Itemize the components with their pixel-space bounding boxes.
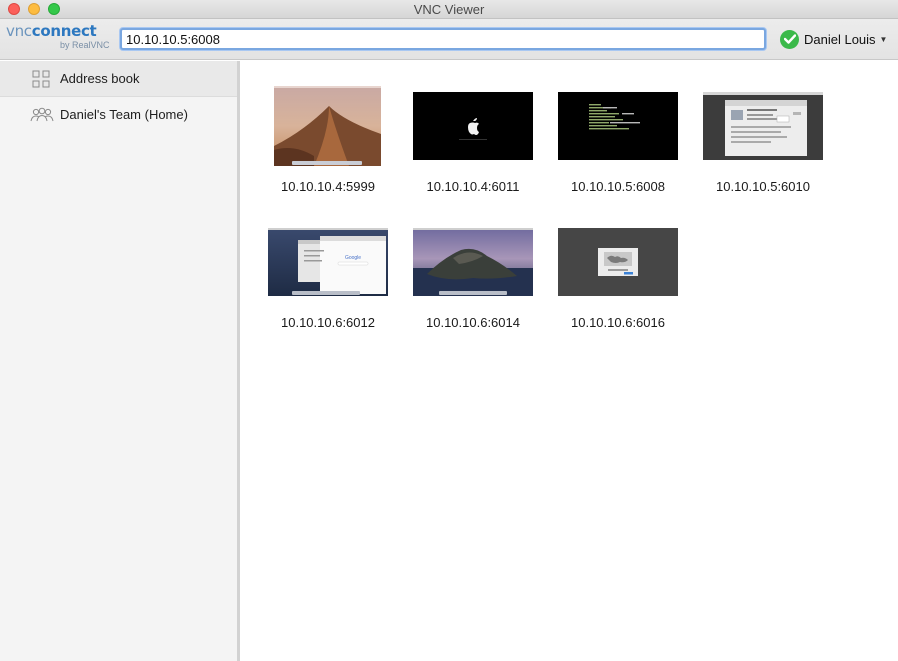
computer-label: 10.10.10.4:6011 <box>426 179 520 194</box>
logo-connect-text: connect <box>31 22 97 40</box>
desktop-thumbnail <box>413 92 533 160</box>
desktop-thumbnail <box>558 228 678 296</box>
computer-label: 10.10.10.5:6008 <box>571 179 665 194</box>
desktop-thumbnail: Google <box>268 228 388 296</box>
computer-grid: 10.10.10.4:5999 10.10.10.4:6011 10.10.10… <box>243 61 898 661</box>
window-title: VNC Viewer <box>413 2 485 17</box>
computer-tile[interactable]: Google 10.10.10.6:6012 <box>258 217 398 330</box>
computer-tile[interactable]: 10.10.10.4:6011 <box>403 81 543 194</box>
computer-label: 10.10.10.4:5999 <box>281 179 375 194</box>
computer-tile[interactable]: 10.10.10.6:6016 <box>548 217 688 330</box>
sidebar-item-address-book[interactable]: Address book <box>0 61 237 97</box>
logo-vnc-text: vnc <box>6 22 32 40</box>
computer-tile[interactable]: 10.10.10.5:6010 <box>693 81 833 194</box>
sidebar-item-label: Daniel's Team (Home) <box>60 107 188 122</box>
sidebar: Address book Daniel's Team (Home) <box>0 61 240 661</box>
desktop-thumbnail <box>558 92 678 160</box>
svg-text:Google: Google <box>345 255 361 261</box>
user-menu[interactable]: Daniel Louis ▼ <box>780 29 887 49</box>
grid-icon <box>30 69 52 89</box>
computer-tile[interactable]: 10.10.10.6:6014 <box>403 217 543 330</box>
toolbar: vncconnect by RealVNC Daniel Louis ▼ <box>0 19 898 60</box>
desktop-thumbnail <box>274 86 381 166</box>
team-icon <box>30 105 54 125</box>
address-input[interactable] <box>120 28 766 50</box>
signed-in-check-icon <box>780 29 799 49</box>
desktop-thumbnail <box>703 92 823 160</box>
title-bar: VNC Viewer <box>0 0 898 19</box>
computer-label: 10.10.10.6:6016 <box>571 315 665 330</box>
sidebar-item-label: Address book <box>60 71 140 86</box>
desktop-thumbnail <box>413 228 533 296</box>
computer-label: 10.10.10.6:6012 <box>281 315 375 330</box>
logo-byline: by RealVNC <box>60 40 110 50</box>
sidebar-item-team[interactable]: Daniel's Team (Home) <box>0 97 237 133</box>
user-name: Daniel Louis <box>804 31 876 47</box>
computer-tile[interactable]: 10.10.10.4:5999 <box>258 81 398 194</box>
computer-tile[interactable]: 10.10.10.5:6008 <box>548 81 688 194</box>
computer-label: 10.10.10.5:6010 <box>716 179 810 194</box>
computer-label: 10.10.10.6:6014 <box>426 315 520 330</box>
chevron-down-icon: ▼ <box>879 34 888 44</box>
vnc-connect-logo: vncconnect by RealVNC <box>6 23 114 55</box>
